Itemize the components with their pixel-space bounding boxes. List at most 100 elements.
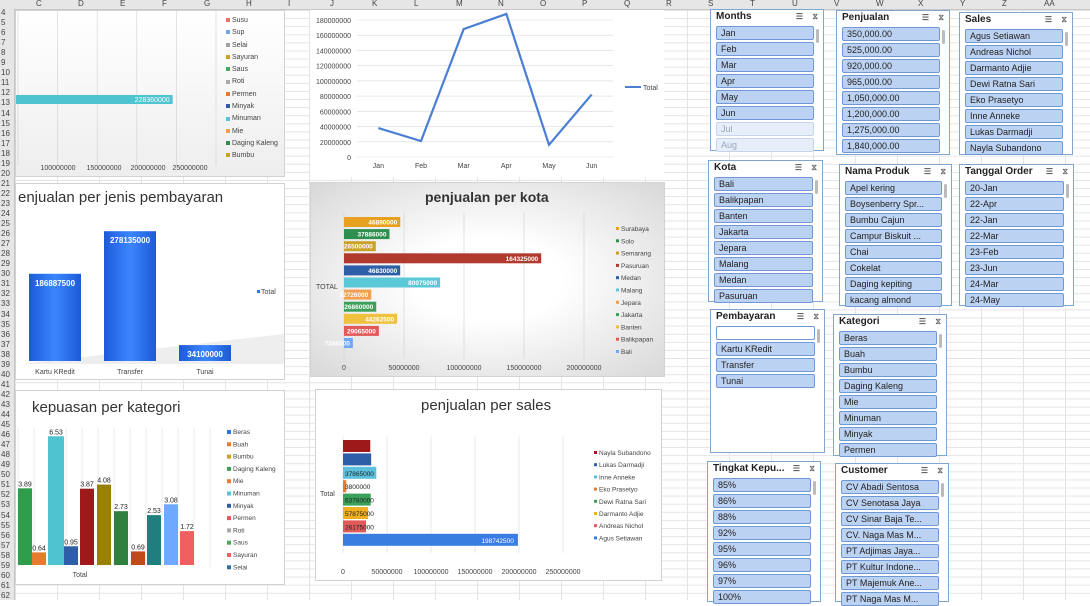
slicer-item[interactable]: Eko Prasetyo	[965, 93, 1063, 107]
row-header-35[interactable]: 35	[1, 320, 10, 329]
row-header-61[interactable]: 61	[1, 581, 10, 590]
slicer-customer[interactable]: Customer ☰ ⧖ CV Abadi Sentosa CV Senotasa Ja…	[835, 463, 949, 606]
slicer-item[interactable]: Permen	[839, 443, 937, 457]
column-header-X[interactable]: X	[918, 0, 923, 8]
row-header-10[interactable]: 10	[1, 69, 10, 77]
slicer-scrollbar[interactable]	[939, 334, 942, 348]
slicer-item[interactable]: 88%	[713, 510, 811, 524]
row-header[interactable]: 4 5 6 7 8 9 10 11 12 13 14 15 16 17 18 19 20 21 22 23 24 25 26…	[0, 9, 15, 600]
slicer-item[interactable]: 20-Jan	[965, 181, 1064, 195]
row-header-28[interactable]: 28	[1, 250, 10, 258]
row-header-32[interactable]: 32	[1, 290, 10, 298]
multi-select-icon[interactable]: ☰	[919, 317, 926, 326]
row-header-39[interactable]: 39	[1, 360, 10, 369]
row-header-43[interactable]: 43	[1, 400, 10, 409]
slicer-scrollbar[interactable]	[1065, 32, 1068, 46]
slicer-item[interactable]: Balikpapan	[714, 193, 813, 207]
row-header-60[interactable]: 60	[1, 571, 10, 580]
row-header-17[interactable]: 17	[1, 139, 10, 148]
row-header-15[interactable]: 15	[1, 119, 10, 128]
slicer-item[interactable]: Banten	[714, 209, 813, 223]
multi-select-icon[interactable]: ☰	[797, 312, 804, 321]
row-header-16[interactable]: 16	[1, 129, 10, 138]
slicer-item[interactable]: Kartu KRedit	[716, 342, 815, 356]
column-header-L[interactable]: L	[414, 0, 418, 8]
column-header-I[interactable]: I	[288, 0, 290, 8]
chart-sales-person[interactable]: penjualan per sales 0 50000000 100000000 15…	[315, 389, 662, 581]
column-header-P[interactable]: P	[582, 0, 587, 8]
column-header-S[interactable]: S	[708, 0, 713, 8]
clear-filter-icon[interactable]: ⧖	[938, 13, 944, 23]
slicer-item[interactable]: Medan	[714, 273, 813, 287]
slicer-item[interactable]: Dewi Ratna Sari	[965, 77, 1063, 91]
slicer-item[interactable]: Daging Kaleng	[839, 379, 937, 393]
slicer-item[interactable]: 95%	[713, 542, 811, 556]
row-header-57[interactable]: 57	[1, 541, 10, 550]
slicer-item[interactable]: 100%	[713, 590, 811, 604]
column-header-M[interactable]: M	[456, 0, 463, 8]
slicer-item[interactable]: Boysenberry Spr...	[845, 197, 942, 211]
slicer-item[interactable]: Apel kering	[845, 181, 942, 195]
slicer-penjualan[interactable]: Penjualan ☰ ⧖ 350,000.00 525,000.00 920,000.0…	[836, 10, 950, 155]
slicer-item[interactable]: Mie	[839, 395, 937, 409]
row-header-13[interactable]: 13	[1, 99, 10, 107]
column-header-T[interactable]: T	[750, 0, 755, 8]
row-header-62[interactable]: 62	[1, 591, 10, 600]
row-header-7[interactable]: 7	[1, 39, 5, 47]
slicer-item[interactable]: Apr	[716, 74, 814, 88]
slicer-tanggal-order[interactable]: Tanggal Order ☰ ⧖ 20-Jan 22-Apr 22-Jan 22-Mar 2…	[959, 164, 1074, 307]
row-header-22[interactable]: 22	[1, 189, 10, 198]
slicer-sales[interactable]: Sales ☰ ⧖ Agus Setiawan Andreas Nichol Darman…	[959, 12, 1073, 155]
column-header-K[interactable]: K	[372, 0, 377, 8]
chart-satisfaction[interactable]: kepuasan per kategori 3.89 0.64 6.53 0.95 3.…	[15, 390, 285, 585]
row-header-58[interactable]: 58	[1, 551, 10, 560]
slicer-tingkat-kepuasan[interactable]: Tingkat Kepu... ☰ ⧖ 85% 86% 88% 92% 95% 96% 97% 10…	[707, 461, 821, 604]
row-header-54[interactable]: 54	[1, 511, 10, 520]
row-header-6[interactable]: 6	[1, 29, 5, 37]
slicer-item[interactable]: Tunai	[716, 374, 815, 388]
slicer-item[interactable]: Bumbu	[839, 363, 937, 377]
slicer-item[interactable]: Bali	[714, 177, 813, 191]
clear-filter-icon[interactable]: ⧖	[1061, 15, 1067, 25]
row-header-20[interactable]: 20	[1, 169, 10, 178]
slicer-item[interactable]: 22-Apr	[965, 197, 1064, 211]
multi-select-icon[interactable]: ☰	[922, 13, 929, 22]
slicer-item[interactable]: CV Sinar Baja Te...	[841, 512, 939, 526]
slicer-kota[interactable]: Kota ☰ ⧖ Bali Balikpapan Banten Jakarta Jepara M…	[708, 160, 823, 303]
slicer-item[interactable]: Agus Setiawan	[965, 29, 1063, 43]
slicer-item[interactable]: Inne Anneke	[965, 109, 1063, 123]
slicer-item[interactable]: Cokelat	[845, 261, 942, 275]
slicer-item[interactable]: May	[716, 90, 814, 104]
slicer-months[interactable]: Months ☰ ⧖ Jan Feb Mar Apr May Jun Jul Aug	[710, 9, 824, 152]
multi-select-icon[interactable]: ☰	[795, 163, 802, 172]
row-header-45[interactable]: 45	[1, 421, 10, 429]
slicer-item[interactable]: 23-Feb	[965, 245, 1064, 259]
slicer-item[interactable]: Mar	[716, 58, 814, 72]
slicer-item[interactable]: 350,000.00	[842, 27, 940, 41]
slicer-item[interactable]: 97%	[713, 574, 811, 588]
slicer-item[interactable]: Malang	[714, 257, 813, 271]
row-header-50[interactable]: 50	[1, 471, 10, 479]
row-header-9[interactable]: 9	[1, 59, 5, 67]
slicer-item[interactable]: Buah	[839, 347, 937, 361]
slicer-item[interactable]: Beras	[839, 331, 937, 345]
column-header-O[interactable]: O	[540, 0, 546, 8]
row-header-55[interactable]: 55	[1, 521, 10, 530]
chart-city-sales[interactable]: penjualan per kota 0 50000000 100000000 150…	[310, 182, 665, 377]
slicer-scrollbar[interactable]	[813, 481, 816, 495]
row-header-4[interactable]: 4	[1, 9, 5, 17]
column-header-J[interactable]: J	[330, 0, 334, 8]
row-header-59[interactable]: 59	[1, 561, 10, 570]
row-header-21[interactable]: 21	[1, 179, 10, 188]
slicer-item[interactable]: Minuman	[839, 411, 937, 425]
row-header-27[interactable]: 27	[1, 240, 10, 248]
slicer-item[interactable]: 22-Jan	[965, 213, 1064, 227]
slicer-item[interactable]: 22-Mar	[965, 229, 1064, 243]
column-header-Q[interactable]: Q	[624, 0, 630, 8]
row-header-31[interactable]: 31	[1, 280, 10, 288]
row-header-52[interactable]: 52	[1, 491, 10, 499]
slicer-item[interactable]: Chai	[845, 245, 942, 259]
slicer-item[interactable]: CV Senotasa Jaya	[841, 496, 939, 510]
row-header-8[interactable]: 8	[1, 49, 5, 57]
row-header-44[interactable]: 44	[1, 411, 10, 419]
